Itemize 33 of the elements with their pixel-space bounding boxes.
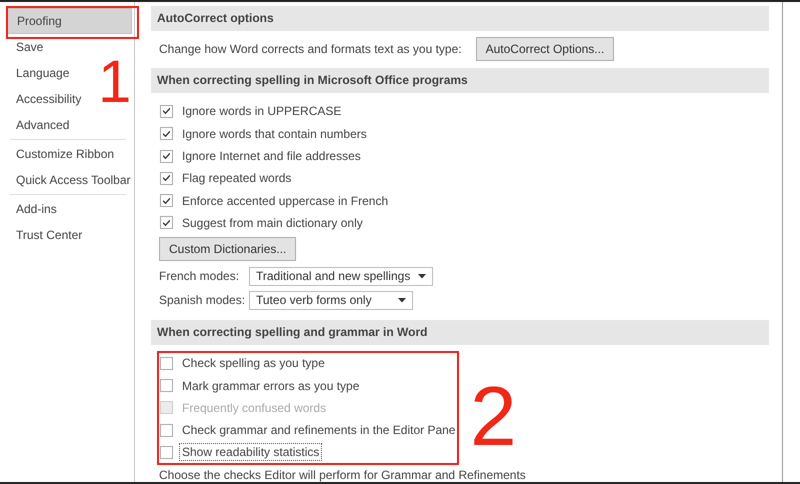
section-header: When correcting spelling in Microsoft Office programs: [151, 68, 769, 94]
checkbox-label: Frequently confused words: [181, 400, 328, 417]
sidebar-item[interactable]: Trust Center: [6, 222, 82, 248]
checkbox-label: Mark grammar errors as you type: [181, 378, 360, 395]
checkbox-label: Suggest from main dictionary only: [181, 214, 364, 232]
annotation-number: 1: [98, 52, 132, 112]
section-header: When correcting spelling and grammar in Word: [151, 320, 769, 346]
checkbox-label: Ignore words in UPPERCASE: [181, 103, 342, 120]
sidebar-item[interactable]: Advanced: [6, 112, 70, 138]
checkbox-label: Show readability statistics: [179, 443, 322, 462]
checkbox-label: Flag repeated words: [181, 170, 292, 188]
sidebar-item[interactable]: Add-ins: [6, 196, 57, 222]
sidebar-item[interactable]: Accessibility: [6, 86, 82, 112]
dropdown-label: French modes:: [159, 269, 240, 284]
checkbox-label: Ignore words that contain numbers: [181, 126, 368, 143]
sidebar-item[interactable]: Customize Ribbon: [6, 141, 114, 167]
checkbox-label: Ignore Internet and file addresses: [181, 148, 362, 166]
sidebar-item[interactable]: Save: [6, 34, 44, 60]
autocorrect-options-button[interactable]: AutoCorrect Options...: [476, 37, 614, 62]
annotation-number: 2: [470, 374, 517, 458]
sidebar-item[interactable]: Language: [6, 60, 70, 86]
sidebar-item[interactable]: Proofing: [6, 8, 132, 34]
dropdown[interactable]: Traditional and new spellings: [249, 266, 433, 286]
checkbox-label: Check spelling as you type: [181, 355, 326, 372]
description-text: Choose the checks Editor will perform for Grammar and Refinements: [159, 468, 526, 482]
dropdown-label: Spanish modes:: [159, 293, 243, 308]
section-header: AutoCorrect options: [151, 6, 769, 31]
description-text: Change how Word corrects and formats text as you type:: [159, 42, 462, 56]
custom-dictionaries-button[interactable]: Custom Dictionaries...: [159, 237, 296, 262]
sidebar-item[interactable]: Quick Access Toolbar: [6, 167, 130, 193]
checkbox-label: Enforce accented uppercase in French: [181, 192, 390, 210]
checkbox-label: Check grammar and refinements in the Editor Pane: [181, 422, 456, 440]
dropdown[interactable]: Tuteo verb forms only: [249, 290, 413, 310]
